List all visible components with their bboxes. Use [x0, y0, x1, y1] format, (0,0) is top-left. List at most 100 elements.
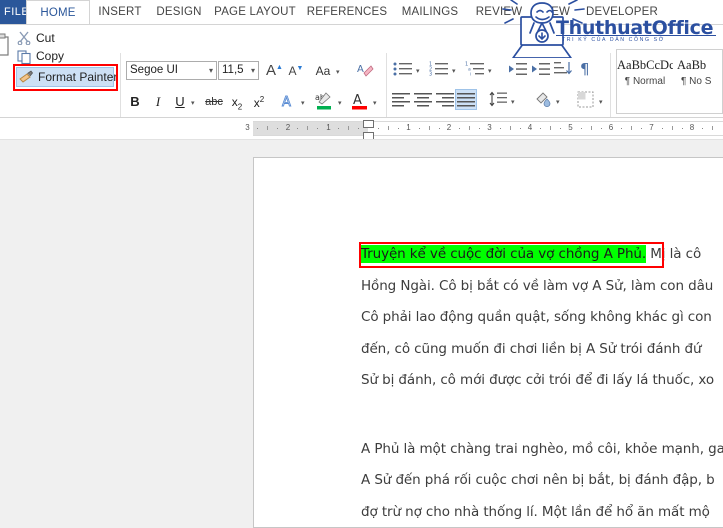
style-sample-normal: AaBbCcDc [617, 58, 673, 72]
ruler-tick [621, 128, 623, 129]
group-separator-1 [120, 53, 121, 121]
document-line[interactable]: Hồng Ngài. Cô bị bắt có về làm vợ A Sử, … [361, 278, 713, 294]
tab-insert[interactable]: INSERT [90, 0, 150, 25]
sort-icon[interactable] [554, 60, 572, 77]
ruler-tick [378, 128, 380, 129]
ruler-tick [256, 128, 258, 129]
horizontal-ruler[interactable]: 321123456789 [245, 121, 723, 136]
underline-button[interactable]: U [173, 94, 187, 109]
numbering-chevron-down-icon[interactable]: ▾ [452, 67, 456, 75]
ruler-number-right-5: 5 [568, 123, 573, 132]
strikethrough-button[interactable]: abc [203, 96, 225, 108]
shading-icon[interactable] [533, 90, 552, 109]
multilevel-list-icon[interactable]: 1ai [465, 61, 486, 77]
ruler-tick [712, 126, 714, 130]
highlight-chevron-down-icon[interactable]: ▾ [338, 99, 342, 107]
clear-formatting-icon[interactable]: A [356, 61, 374, 79]
tab-mailings[interactable]: MAILINGS [392, 0, 468, 25]
style-name-normal: ¶ Normal [624, 76, 666, 87]
document-canvas: Truyện kể về cuộc đời của vợ chồng A Phủ… [0, 140, 723, 528]
text-effects-icon[interactable]: A [280, 93, 297, 111]
copy-button-label[interactable]: Copy [36, 49, 64, 63]
decrease-indent-icon[interactable] [508, 61, 528, 77]
shading-chevron-down-icon[interactable]: ▾ [556, 98, 560, 106]
document-page[interactable]: Truyện kể về cuộc đời của vợ chồng A Phủ… [253, 157, 723, 528]
font-color-chevron-down-icon[interactable]: ▾ [373, 99, 377, 107]
bold-button[interactable]: B [128, 94, 142, 109]
bullets-icon[interactable] [393, 61, 413, 77]
line-spacing-icon[interactable] [489, 90, 507, 108]
ruler-tick [509, 126, 511, 130]
cut-button-label[interactable]: Cut [36, 31, 55, 45]
document-line[interactable]: Cô phải lao động quần quật, sống không k… [361, 309, 712, 325]
font-color-icon[interactable]: A [351, 91, 369, 111]
tab-review[interactable]: REVIEW [468, 0, 530, 25]
ruler-tick [681, 128, 683, 129]
tab-references[interactable]: REFERENCES [302, 0, 392, 25]
ruler-tick [347, 126, 349, 130]
italic-button[interactable]: I [151, 94, 165, 110]
document-line-text: Sử bị đánh, cô mới được cởi trói để đi l… [361, 372, 715, 388]
font-name-value: Segoe UI [130, 64, 178, 76]
ruler-tick [580, 128, 582, 129]
grow-font-icon[interactable]: A▲ [266, 62, 283, 79]
numbering-icon[interactable]: 123 [429, 61, 450, 78]
ruler-tick [550, 126, 552, 130]
justify-icon[interactable] [457, 92, 475, 107]
style-sample-no-spacing: AaBb [677, 58, 707, 72]
line-spacing-chevron-down-icon[interactable]: ▾ [511, 98, 515, 106]
ruler-number-right-1: 1 [406, 123, 411, 132]
increase-indent-icon[interactable] [531, 61, 551, 77]
ruler-tick [661, 128, 663, 129]
tab-page-layout[interactable]: PAGE LAYOUT [208, 0, 302, 25]
styles-gallery: AaBbCcDc ¶ Normal AaBb ¶ No S [616, 49, 723, 114]
document-line[interactable]: đợ trừ nợ cho nhà thống lí. Một lần để h… [361, 504, 710, 520]
document-line-text: Hồng Ngài. Cô bị bắt có về làm vợ A Sử, … [361, 277, 714, 294]
ruler-tick [560, 128, 562, 129]
font-name-combo[interactable]: Segoe UI ▾ [126, 61, 217, 80]
svg-text:3: 3 [429, 72, 432, 78]
ruler-tick [398, 128, 400, 129]
font-size-combo[interactable]: 11,5 ▾ [218, 61, 259, 80]
underline-chevron-down-icon[interactable]: ▾ [191, 99, 195, 107]
shrink-font-icon[interactable]: A▼ [288, 64, 304, 78]
font-name-chevron-down-icon[interactable]: ▾ [209, 62, 213, 79]
superscript-button[interactable]: x2 [251, 95, 267, 110]
ruler-tick [297, 128, 299, 129]
change-case-chevron-down-icon[interactable]: ▾ [336, 68, 340, 76]
group-separator-3 [610, 53, 611, 121]
borders-chevron-down-icon[interactable]: ▾ [599, 98, 603, 106]
brand-rule [556, 35, 716, 36]
align-right-icon[interactable] [436, 92, 454, 107]
ruler-tick [357, 128, 359, 129]
ruler-tick [702, 128, 704, 129]
document-line[interactable]: đến, cô cũng muốn đi chơi liền bị A Sử t… [361, 341, 702, 357]
document-line[interactable]: Sử bị đánh, cô mới được cởi trói để đi l… [361, 372, 714, 388]
ruler-tick [641, 128, 643, 129]
tab-file[interactable]: FILE [0, 0, 26, 25]
font-size-chevron-down-icon[interactable]: ▾ [251, 62, 255, 79]
document-line[interactable]: A Sử đến phá rối cuộc chơi nên bị bắt, b… [361, 472, 715, 488]
group-separator-2 [386, 53, 387, 121]
paste-icon[interactable] [0, 33, 16, 63]
bullets-chevron-down-icon[interactable]: ▾ [416, 67, 420, 75]
style-name-no-spacing: ¶ No S [681, 76, 712, 87]
subscript-button[interactable]: x2 [229, 95, 245, 111]
ruler-tick [438, 128, 440, 129]
style-item-no-spacing[interactable]: AaBb ¶ No S [673, 58, 722, 87]
show-formatting-marks-icon[interactable]: ¶ [578, 60, 594, 78]
first-line-indent-marker[interactable] [363, 120, 374, 128]
document-line[interactable]: A Phủ là một chàng trai nghèo, mồ côi, k… [361, 441, 723, 457]
cut-icon[interactable] [17, 31, 32, 46]
change-case-icon[interactable]: Aa [313, 64, 333, 78]
align-center-icon[interactable] [414, 92, 432, 107]
style-item-normal[interactable]: AaBbCcDc ¶ Normal [617, 58, 673, 87]
text-highlight-color-icon[interactable]: ab [314, 91, 334, 111]
borders-icon[interactable] [577, 91, 594, 108]
tab-home[interactable]: HOME [26, 0, 90, 25]
align-left-icon[interactable] [392, 92, 410, 107]
tab-design[interactable]: DESIGN [150, 0, 208, 25]
multilevel-chevron-down-icon[interactable]: ▾ [488, 67, 492, 75]
text-effects-chevron-down-icon[interactable]: ▾ [301, 99, 305, 107]
copy-icon[interactable] [17, 50, 32, 65]
